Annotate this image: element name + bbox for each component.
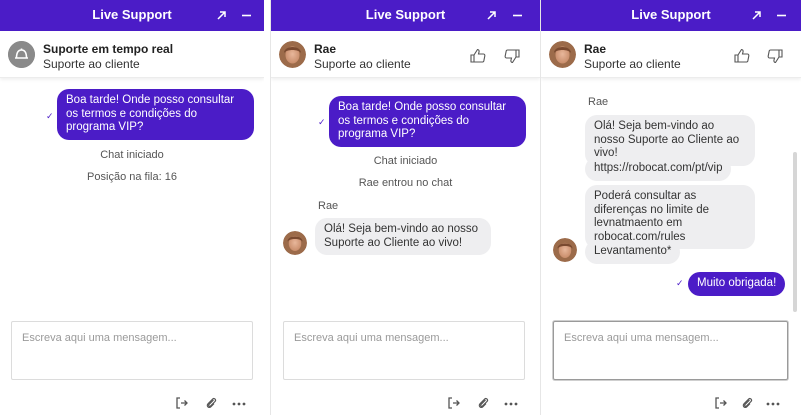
system-agent-joined: Rae entrou no chat [358,177,453,189]
agent-message-bubble: Levantamento* [585,240,681,264]
message-input[interactable]: Escreva aqui uma mensagem... [553,321,788,380]
agent-avatar [279,41,306,68]
message-input-placeholder: Escreva aqui uma mensagem... [564,332,719,344]
message-input[interactable]: Escreva aqui uma mensagem... [283,321,525,380]
user-message-bubble: Boa tarde! Onde posso consultar os termo… [57,89,254,140]
popout-arrow-icon[interactable] [745,4,767,26]
agent-subtitle: Suporte ao cliente [43,57,140,71]
agent-avatar [549,41,576,68]
minimize-icon[interactable] [506,4,528,26]
thumbs-up-icon[interactable] [733,47,751,65]
agent-message-bubble: Olá! Seja bem-vindo ao nosso Suporte ao … [315,218,491,255]
system-chat-started: Chat iniciado [100,149,164,161]
user-message-bubble: Muito obrigada! [688,272,786,296]
more-icon[interactable] [503,395,519,411]
agent-link-bubble[interactable]: https://robocat.com/pt/vip [585,157,731,181]
popout-arrow-icon[interactable] [480,4,502,26]
thumbs-down-icon[interactable] [766,47,784,65]
more-icon[interactable] [231,395,247,411]
sender-name: Rae [318,200,339,212]
chat-window-agent-joined: Live Support Rae Suporte ao cliente ✓ Bo… [270,0,540,415]
end-chat-icon[interactable] [174,395,190,411]
agent-header: Suporte em tempo real Suporte ao cliente [0,31,264,78]
sent-check-icon: ✓ [46,111,54,121]
message-input[interactable]: Escreva aqui uma mensagem... [11,321,253,380]
title-bar: Live Support [0,0,264,31]
thumbs-down-icon[interactable] [503,47,521,65]
end-chat-icon[interactable] [713,395,729,411]
sent-check-icon: ✓ [676,278,684,288]
agent-subtitle: Suporte ao cliente [314,57,411,71]
agent-avatar-small [283,231,307,255]
sender-name: Rae [588,96,609,108]
composer-toolbar [713,395,793,411]
system-queue-position: Posição na fila: 16 [87,171,177,183]
sent-check-icon: ✓ [318,117,326,127]
minimize-icon[interactable] [235,4,257,26]
chat-window-queued: Live Support Suporte em tempo real Supor… [0,0,264,415]
message-input-placeholder: Escreva aqui uma mensagem... [294,332,449,344]
attach-icon[interactable] [475,395,491,411]
agent-subtitle: Suporte ao cliente [584,57,681,71]
agent-avatar-small [553,238,577,262]
agent-name: Suporte em tempo real [43,42,174,56]
composer-toolbar [446,395,526,411]
agent-name: Rae [584,42,607,56]
minimize-icon[interactable] [770,4,792,26]
message-input-placeholder: Escreva aqui uma mensagem... [22,332,177,344]
bell-icon [8,41,35,68]
scrollbar[interactable] [793,152,797,312]
thumbs-up-icon[interactable] [469,47,487,65]
agent-name: Rae [314,42,337,56]
title-bar: Live Support [271,0,540,31]
user-message-bubble: Boa tarde! Onde posso consultar os termo… [329,96,526,147]
agent-header: Rae Suporte ao cliente [271,31,540,78]
title-bar: Live Support [541,0,801,31]
system-chat-started: Chat iniciado [373,155,438,167]
agent-header: Rae Suporte ao cliente [541,31,801,78]
end-chat-icon[interactable] [446,395,462,411]
attach-icon[interactable] [739,395,755,411]
more-icon[interactable] [765,395,781,411]
chat-window-conversation: Live Support Rae Suporte ao cliente Rae … [540,0,801,415]
popout-arrow-icon[interactable] [210,4,232,26]
attach-icon[interactable] [203,395,219,411]
live-support-stage: Live Support Suporte em tempo real Supor… [0,0,801,415]
composer-toolbar [174,395,254,411]
